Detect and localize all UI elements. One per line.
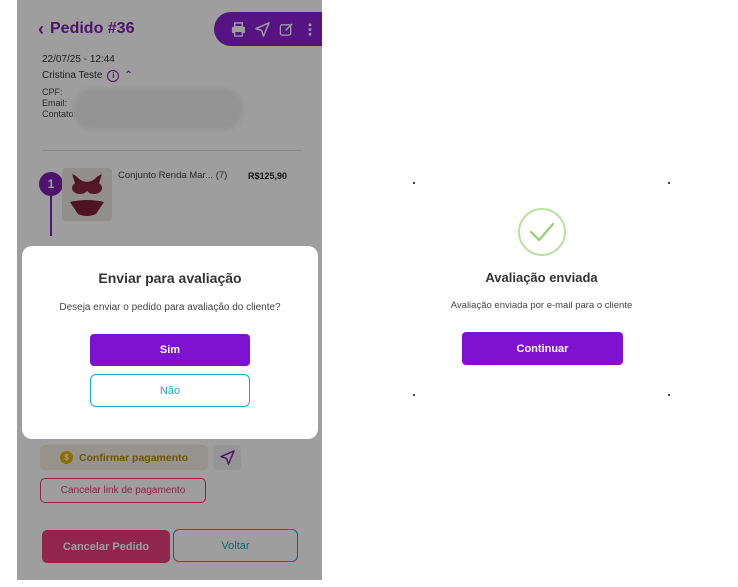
corner-mark xyxy=(413,182,415,184)
corner-mark xyxy=(668,182,670,184)
corner-mark xyxy=(413,394,415,396)
order-screen: ‹ Pedido #36 22/07/25 - 12:44 Cristina T… xyxy=(17,0,322,580)
modal-text: Deseja enviar o pedido para avaliação do… xyxy=(59,302,281,313)
success-title: Avaliação enviada xyxy=(485,270,598,285)
yes-button[interactable]: Sim xyxy=(90,334,250,366)
modal-title: Enviar para avaliação xyxy=(98,270,242,286)
review-modal: Enviar para avaliação Deseja enviar o pe… xyxy=(22,246,318,439)
stage: ‹ Pedido #36 22/07/25 - 12:44 Cristina T… xyxy=(0,0,738,587)
check-icon xyxy=(518,208,566,256)
success-text: Avaliação enviada por e-mail para o clie… xyxy=(450,300,633,311)
success-dialog: Avaliação enviada Avaliação enviada por … xyxy=(413,180,670,398)
no-button[interactable]: Não xyxy=(90,374,250,407)
corner-mark xyxy=(668,394,670,396)
continue-button[interactable]: Continuar xyxy=(462,332,623,365)
